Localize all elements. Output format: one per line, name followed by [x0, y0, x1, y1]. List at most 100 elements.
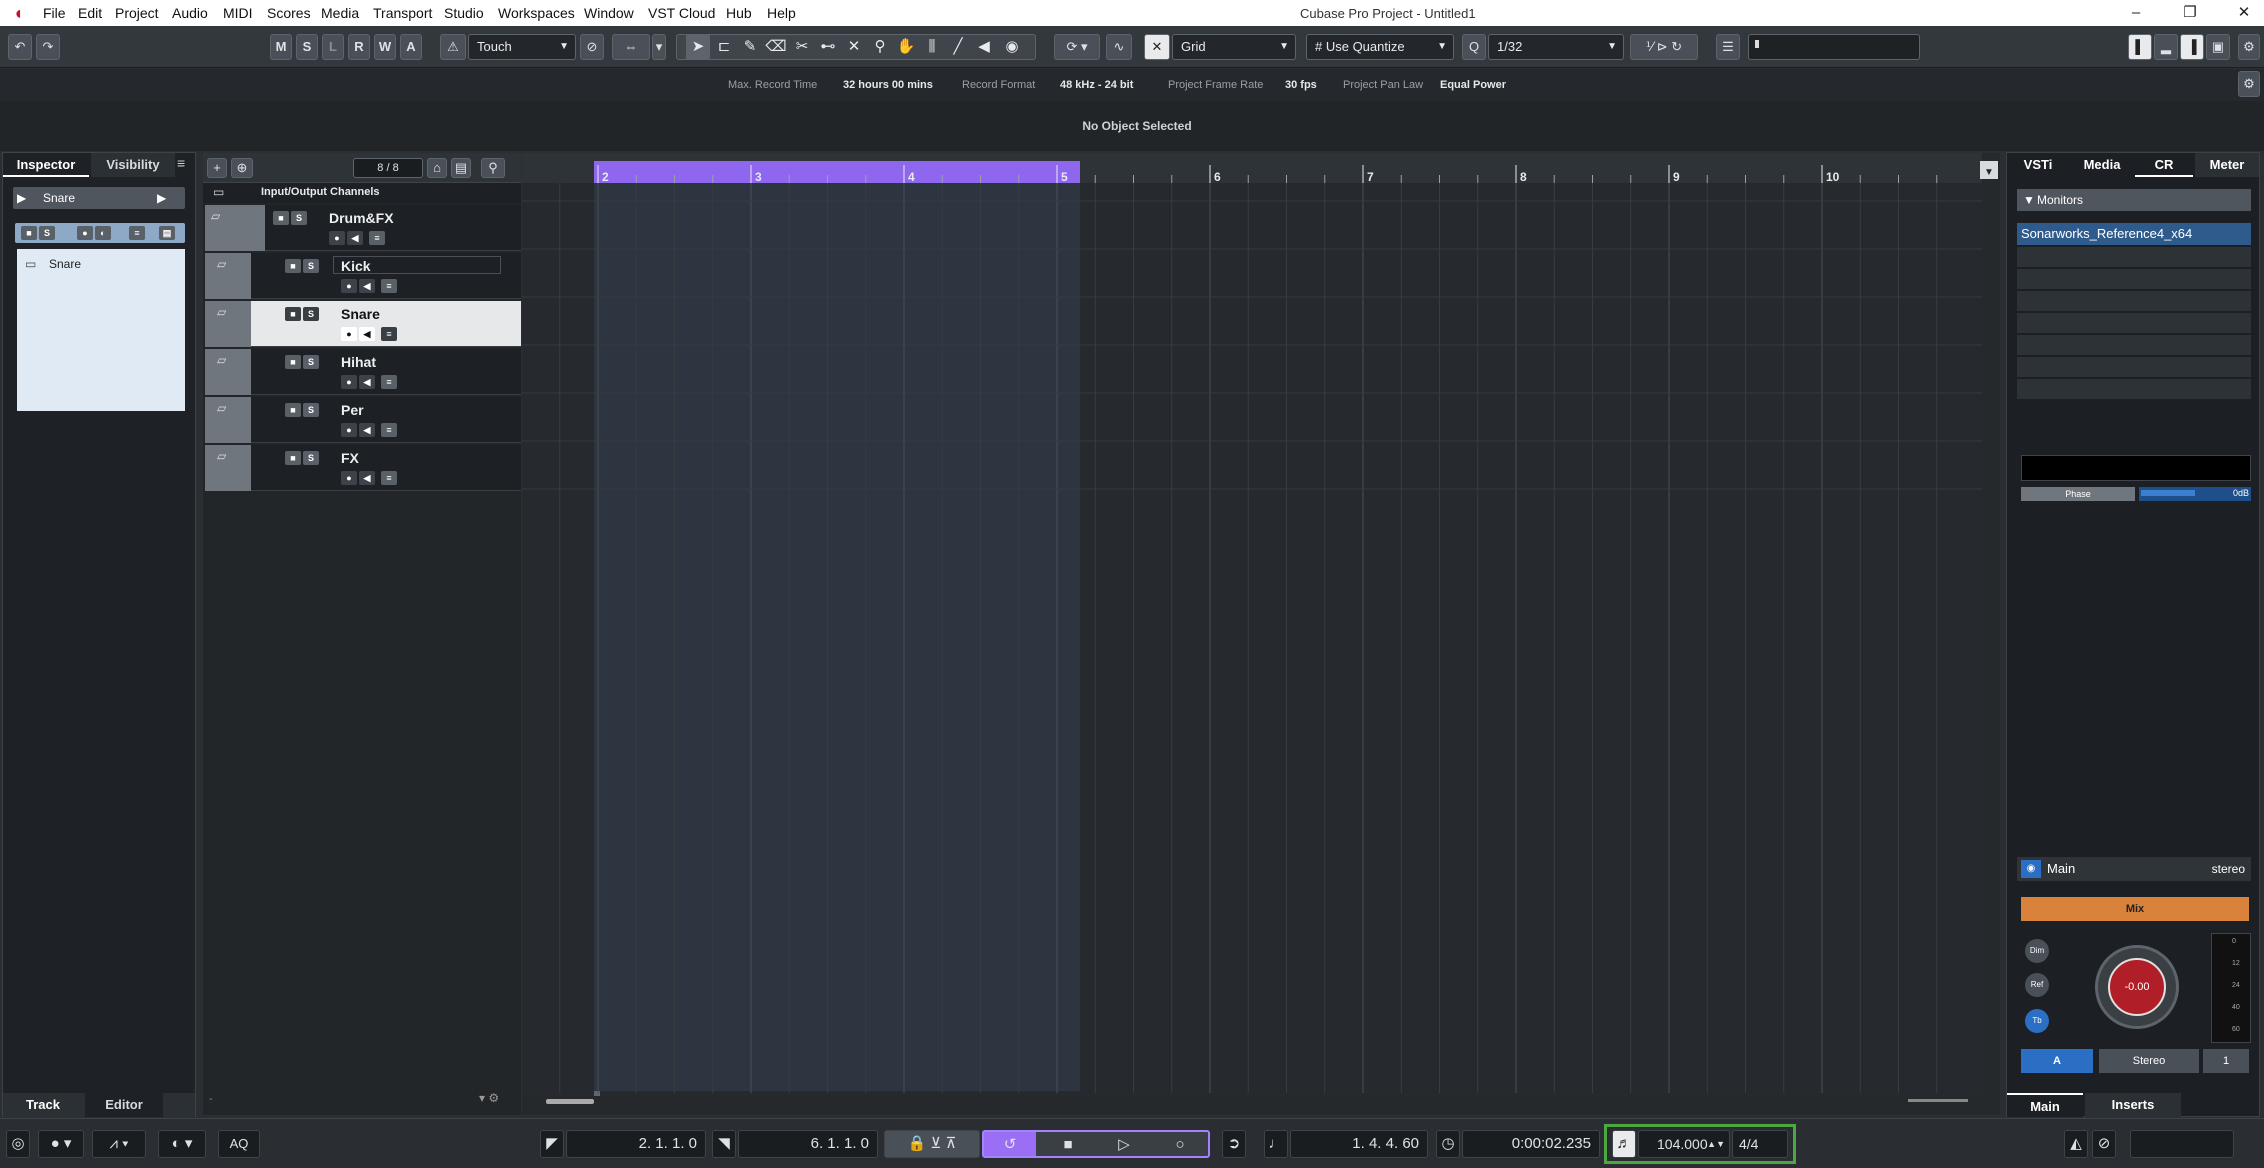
- stop-icon[interactable]: ■: [1042, 1132, 1094, 1156]
- chevron-down-icon[interactable]: ▾: [652, 34, 666, 60]
- track-name[interactable]: Per: [341, 402, 364, 418]
- write-button[interactable]: W: [374, 34, 396, 60]
- track-name-header[interactable]: ▶ Snare ▶: [13, 187, 185, 209]
- monitor-icon[interactable]: ◀: [359, 375, 375, 389]
- track-row-per[interactable]: ▱ ■ S Per ● ◀ ≡: [205, 397, 521, 443]
- right-zone-toggle-icon[interactable]: ▐: [2180, 34, 2204, 60]
- track-row-hihat[interactable]: ▱ ■ S Hihat ● ◀ ≡: [205, 349, 521, 395]
- tab-media[interactable]: Media: [2071, 153, 2133, 177]
- mute-button[interactable]: ■: [285, 451, 301, 465]
- io-folder-row[interactable]: ▭ Input/Output Channels: [203, 183, 521, 203]
- menu-midi[interactable]: MIDI: [223, 5, 253, 21]
- folder-open-icon[interactable]: ▱: [211, 209, 229, 223]
- color-tool-icon[interactable]: ◉: [1000, 34, 1024, 60]
- solo-button[interactable]: S: [303, 259, 319, 273]
- menu-transport[interactable]: Transport: [373, 5, 432, 21]
- minimize-icon[interactable]: –: [2122, 2, 2150, 24]
- tempo-track-icon[interactable]: ♬: [1612, 1130, 1636, 1158]
- track-name[interactable]: FX: [341, 450, 359, 466]
- monitor-device[interactable]: Sonarworks_Reference4_x64: [2017, 223, 2251, 245]
- position-bars[interactable]: 1. 4. 4. 60: [1290, 1130, 1428, 1158]
- undo-icon[interactable]: ↶: [8, 34, 32, 60]
- tab-meter[interactable]: Meter: [2195, 153, 2259, 177]
- sync-icon[interactable]: ◎: [6, 1130, 30, 1158]
- record-icon[interactable]: ●: [341, 471, 357, 485]
- folder-open-icon[interactable]: ▱: [217, 353, 235, 367]
- volume-knob[interactable]: -0.00: [2095, 945, 2179, 1029]
- pointer-tool-icon[interactable]: ➤: [686, 34, 710, 60]
- monitor-icon[interactable]: ◀: [359, 471, 375, 485]
- tab-visibility[interactable]: Visibility: [91, 153, 175, 177]
- right-locator-icon[interactable]: ◥: [712, 1130, 736, 1158]
- menu-media[interactable]: Media: [321, 5, 359, 21]
- track-row-snare[interactable]: ▱ ■ S Snare ● ◀ ≡: [205, 301, 521, 347]
- search-icon[interactable]: ⚲: [481, 158, 505, 178]
- zoom-tool-icon[interactable]: ⚲: [868, 34, 892, 60]
- solo-button[interactable]: S: [291, 211, 307, 225]
- menu-audio[interactable]: Audio: [172, 5, 208, 21]
- menu-scores[interactable]: Scores: [267, 5, 311, 21]
- lanes-icon[interactable]: ▤: [159, 226, 175, 240]
- track-name[interactable]: Hihat: [341, 354, 376, 370]
- channel-1-button[interactable]: 1: [2203, 1049, 2249, 1073]
- split-tool-icon[interactable]: ✂: [790, 34, 814, 60]
- record-mode-icon[interactable]: ● ▾: [38, 1130, 84, 1158]
- menu-icon[interactable]: ≡: [177, 155, 195, 171]
- main-output-row[interactable]: ◉ Main stereo: [2017, 857, 2251, 881]
- automation-button[interactable]: A: [400, 34, 422, 60]
- folder-open-icon[interactable]: ▱: [217, 257, 235, 271]
- monitor-slot[interactable]: [2017, 335, 2251, 355]
- monitor-slot[interactable]: [2017, 357, 2251, 377]
- stereo-button[interactable]: Stereo: [2099, 1049, 2199, 1073]
- aq-button[interactable]: AQ: [218, 1130, 260, 1158]
- menu-workspaces[interactable]: Workspaces: [498, 5, 575, 21]
- edit-icon[interactable]: ≡: [381, 471, 397, 485]
- left-locator-icon[interactable]: ◤: [540, 1130, 564, 1158]
- left-locator-value[interactable]: 2. 1. 1. 0: [566, 1130, 706, 1158]
- glue-tool-icon[interactable]: ⊷: [816, 34, 840, 60]
- mute-button[interactable]: ■: [21, 226, 37, 240]
- suspend-icon[interactable]: ⊘: [580, 34, 604, 60]
- reference-button[interactable]: Ref: [2025, 973, 2049, 997]
- line-tool-icon[interactable]: ╱: [946, 34, 970, 60]
- monitor-slot[interactable]: [2017, 313, 2251, 333]
- edit-icon[interactable]: ≡: [381, 327, 397, 341]
- eraser-tool-icon[interactable]: ⌫: [764, 34, 788, 60]
- precount-icon[interactable]: ⊘: [2092, 1130, 2116, 1158]
- record-icon[interactable]: ●: [329, 231, 345, 245]
- edit-icon[interactable]: ≡: [129, 226, 145, 240]
- hand-tool-icon[interactable]: ✋: [894, 34, 918, 60]
- monitor-icon[interactable]: ◐: [95, 226, 111, 240]
- tab-track[interactable]: Track: [3, 1093, 83, 1117]
- redo-icon[interactable]: ↷: [36, 34, 60, 60]
- lock-icon[interactable]: 🔒 ⊻ ⊼: [884, 1130, 980, 1158]
- record-icon[interactable]: ●: [341, 327, 357, 341]
- snap-icon[interactable]: ∿: [1106, 34, 1132, 60]
- note-icon[interactable]: ♩: [1264, 1130, 1288, 1158]
- solo-button[interactable]: S: [39, 226, 55, 240]
- folder-open-icon[interactable]: ▱: [217, 305, 235, 319]
- mix-button[interactable]: Mix: [2021, 897, 2249, 921]
- mute-button[interactable]: ■: [285, 403, 301, 417]
- edit-icon[interactable]: ≡: [381, 375, 397, 389]
- track-count[interactable]: 8 / 8: [353, 158, 423, 178]
- record-icon[interactable]: ○: [1154, 1132, 1206, 1156]
- monitor-slot[interactable]: [2017, 291, 2251, 311]
- tab-inserts[interactable]: Inserts: [2085, 1093, 2181, 1117]
- monitor-slot[interactable]: [2017, 247, 2251, 267]
- read-button[interactable]: R: [348, 34, 370, 60]
- signature-value[interactable]: 4/4: [1732, 1130, 1788, 1158]
- edit-icon[interactable]: ≡: [381, 423, 397, 437]
- tab-cr[interactable]: CR: [2135, 153, 2193, 177]
- edit-icon[interactable]: ≡: [369, 231, 385, 245]
- position-time[interactable]: 0:00:02.235: [1462, 1130, 1600, 1158]
- clock-icon[interactable]: ◷: [1436, 1130, 1460, 1158]
- punch-icon[interactable]: ◐ ▾: [158, 1130, 206, 1158]
- quantize-options-icon[interactable]: ⅟ ⊳ ↻: [1630, 34, 1698, 60]
- close-icon[interactable]: ✕: [2230, 2, 2258, 24]
- quantize-icon[interactable]: Q: [1462, 34, 1486, 60]
- track-row-fx[interactable]: ▱ ■ S FX ● ◀ ≡: [205, 445, 521, 491]
- track-row-drumfx[interactable]: ▱ ■ S Drum&FX ● ◀ ≡: [205, 205, 521, 251]
- play-tool-icon[interactable]: ◀: [972, 34, 996, 60]
- record-icon[interactable]: ●: [341, 279, 357, 293]
